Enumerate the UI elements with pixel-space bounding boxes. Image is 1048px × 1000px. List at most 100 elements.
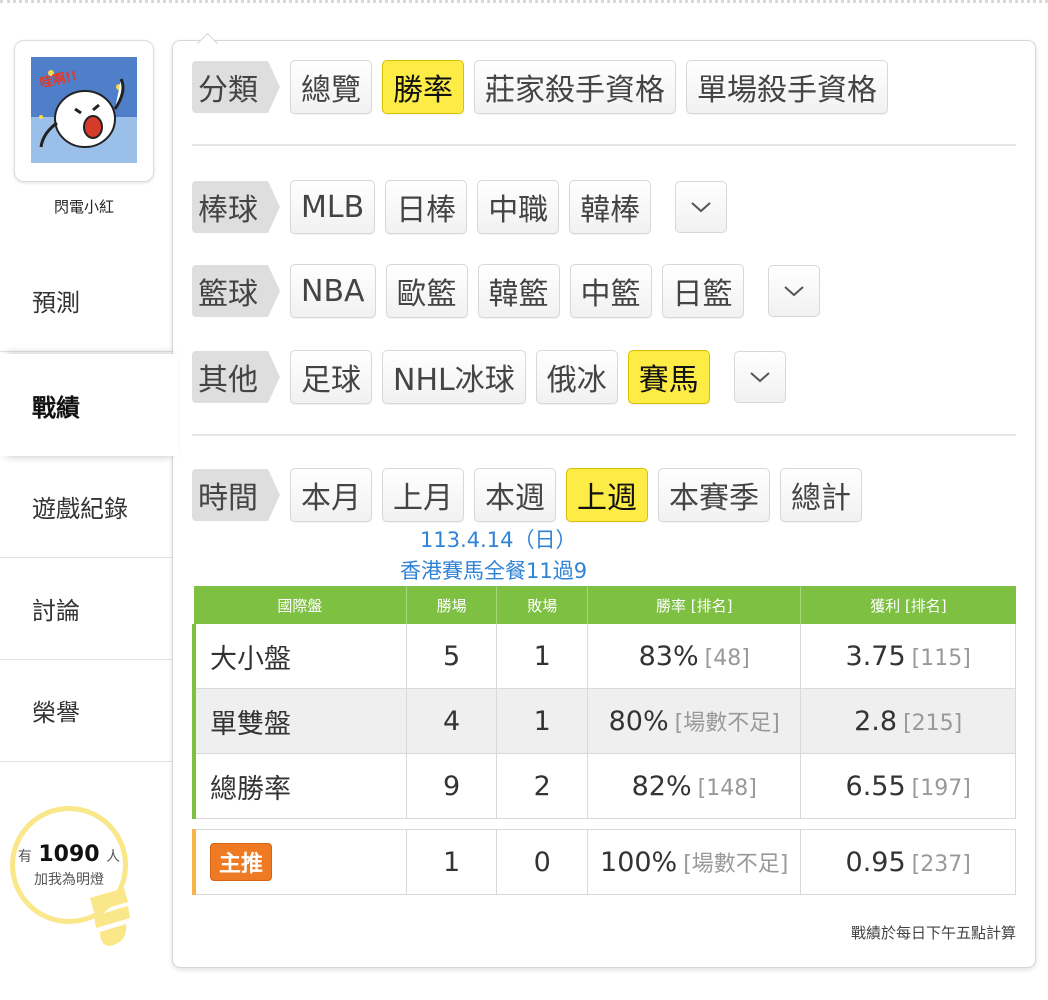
row-wins: 5 [406,624,498,689]
row-profit: 3.75 [115] [800,624,1016,689]
time-last-month-button[interactable]: 上月 [382,468,464,522]
nav-game-log[interactable]: 遊戲紀錄 [0,456,172,558]
time-this-week-button[interactable]: 本週 [474,468,556,522]
time-total-button[interactable]: 總計 [780,468,862,522]
time-label: 時間 [192,469,280,521]
header-market: 國際盤 [194,586,407,624]
header-winrate-rank: 勝率 [排名] [587,586,802,624]
classify-single-killer-button[interactable]: 單場殺手資格 [686,60,888,114]
classify-overview-button[interactable]: 總覽 [290,60,372,114]
nav-honor[interactable]: 榮譽 [0,660,172,762]
basketball-label: 籃球 [192,265,280,317]
other-horse-racing-button[interactable]: 賽馬 [627,350,710,404]
winrate-value: 82% [631,770,692,802]
winrate-value: 80% [608,706,669,737]
baseball-mlb-button[interactable]: MLB [290,180,376,234]
divider [192,144,1016,146]
fans-suffix: 人 [106,848,121,865]
lightbulb-icon [90,888,130,946]
row-profit: 0.95 [237] [800,829,1016,895]
basketball-nba-button[interactable]: NBA [290,264,376,318]
time-this-season-button[interactable]: 本賽季 [658,468,770,522]
record-date: 113.4.14（日） [420,528,577,552]
nav-discussion[interactable]: 討論 [0,558,172,660]
header-profit-rank: 獲利 [排名] [800,586,1016,624]
sidebar: 哇啊!! 閃電小紅 預測 戰績 遊戲紀錄 討論 榮譽 有 1090 人 加我為明… [0,0,178,1000]
other-soccer-button[interactable]: 足球 [290,350,372,404]
time-this-month-button[interactable]: 本月 [290,468,372,522]
table-header-row: 國際盤 勝場 敗場 勝率 [排名] 獲利 [排名] [194,586,1016,624]
profit-rank: [197] [911,775,971,801]
avatar-image: 哇啊!! [31,57,137,163]
row-wins: 4 [406,688,498,754]
row-winrate: 83% [48] [587,624,802,689]
baseball-more-dropdown[interactable] [675,181,728,233]
main-pick-cell: 主推 [191,829,407,895]
header-wins: 勝場 [406,586,498,624]
table-spacer [194,818,1016,830]
row-name: 總勝率 [191,753,407,819]
row-name: 大小盤 [191,624,407,689]
winrate-rank: [48] [704,645,750,671]
row-name: 單雙盤 [191,688,407,754]
row-wins: 1 [406,829,498,895]
winrate-value: 100% [600,847,678,878]
calc-note: 戰績於每日下午五點計算 [850,924,1016,942]
row-losses: 1 [496,624,589,689]
record-event-link[interactable]: 香港賽馬全餐11過9 [400,555,587,585]
winrate-rank: [場數不足] [683,852,789,877]
other-label: 其他 [192,351,280,403]
baseball-label: 棒球 [192,181,280,233]
profit-value: 2.8 [854,705,898,737]
chevron-down-icon [783,286,804,297]
classify-winrate-button[interactable]: 勝率 [382,60,464,114]
table-row: 總勝率 9 2 82% [148] 6.55 [197] [191,753,1016,819]
username[interactable]: 閃電小紅 [0,196,168,217]
winrate-value: 83% [638,640,699,672]
classify-row: 分類 總覽 勝率 莊家殺手資格 單場殺手資格 [192,60,898,114]
avatar[interactable]: 哇啊!! [14,40,154,182]
baseball-npb-button[interactable]: 日棒 [385,180,468,234]
table-row: 單雙盤 4 1 80% [場數不足] 2.8 [215] [191,688,1016,754]
row-winrate: 100% [場數不足] [587,829,802,895]
fans-label: 加我為明燈 [34,871,104,888]
profit-rank: [237] [911,851,971,877]
basketball-korea-button[interactable]: 韓籃 [477,264,560,318]
profit-value: 0.95 [845,846,906,878]
other-more-dropdown[interactable] [733,351,786,403]
row-losses: 1 [496,688,589,754]
classify-banker-killer-button[interactable]: 莊家殺手資格 [474,60,676,114]
profit-value: 6.55 [845,770,906,802]
time-last-week-button[interactable]: 上週 [566,468,648,522]
nav-record[interactable]: 戰績 [0,354,178,456]
row-winrate: 82% [148] [587,753,802,819]
basketball-euro-button[interactable]: 歐籃 [385,264,468,318]
basketball-more-dropdown[interactable] [767,265,820,317]
other-row: 其他 足球 NHL冰球 俄冰 賽馬 [192,350,786,404]
classify-label: 分類 [192,61,280,113]
profit-value: 3.75 [845,640,906,672]
winrate-rank: [148] [697,775,757,801]
main-pick-badge: 主推 [210,843,273,881]
table-row: 大小盤 5 1 83% [48] 3.75 [115] [191,624,1016,689]
chevron-down-icon [691,202,711,213]
main-pick-row: 主推 1 0 100% [場數不足] 0.95 [237] [191,829,1016,895]
fans-count-line: 有 1090 人 [18,842,120,867]
other-russian-hockey-button[interactable]: 俄冰 [535,350,618,404]
other-nhl-button[interactable]: NHL冰球 [382,350,526,404]
row-winrate: 80% [場數不足] [587,688,802,754]
record-table: 國際盤 勝場 敗場 勝率 [排名] 獲利 [排名] 大小盤 5 1 83% [48… [191,586,1016,895]
profit-rank: [115] [911,645,971,671]
row-losses: 0 [496,829,589,895]
basketball-japan-button[interactable]: 日籃 [661,264,744,318]
winrate-rank: [場數不足] [674,711,780,736]
basketball-china-button[interactable]: 中籃 [569,264,652,318]
profit-rank: [215] [903,710,963,736]
baseball-kbo-button[interactable]: 韓棒 [569,180,652,234]
time-row: 時間 本月 上月 本週 上週 本賽季 總計 [192,468,872,522]
baseball-cpbl-button[interactable]: 中職 [477,180,560,234]
baseball-row: 棒球 MLB 日棒 中職 韓棒 [192,180,728,234]
fans-prefix: 有 [17,848,32,865]
chevron-down-icon [750,372,770,383]
nav-predict[interactable]: 預測 [0,250,172,352]
